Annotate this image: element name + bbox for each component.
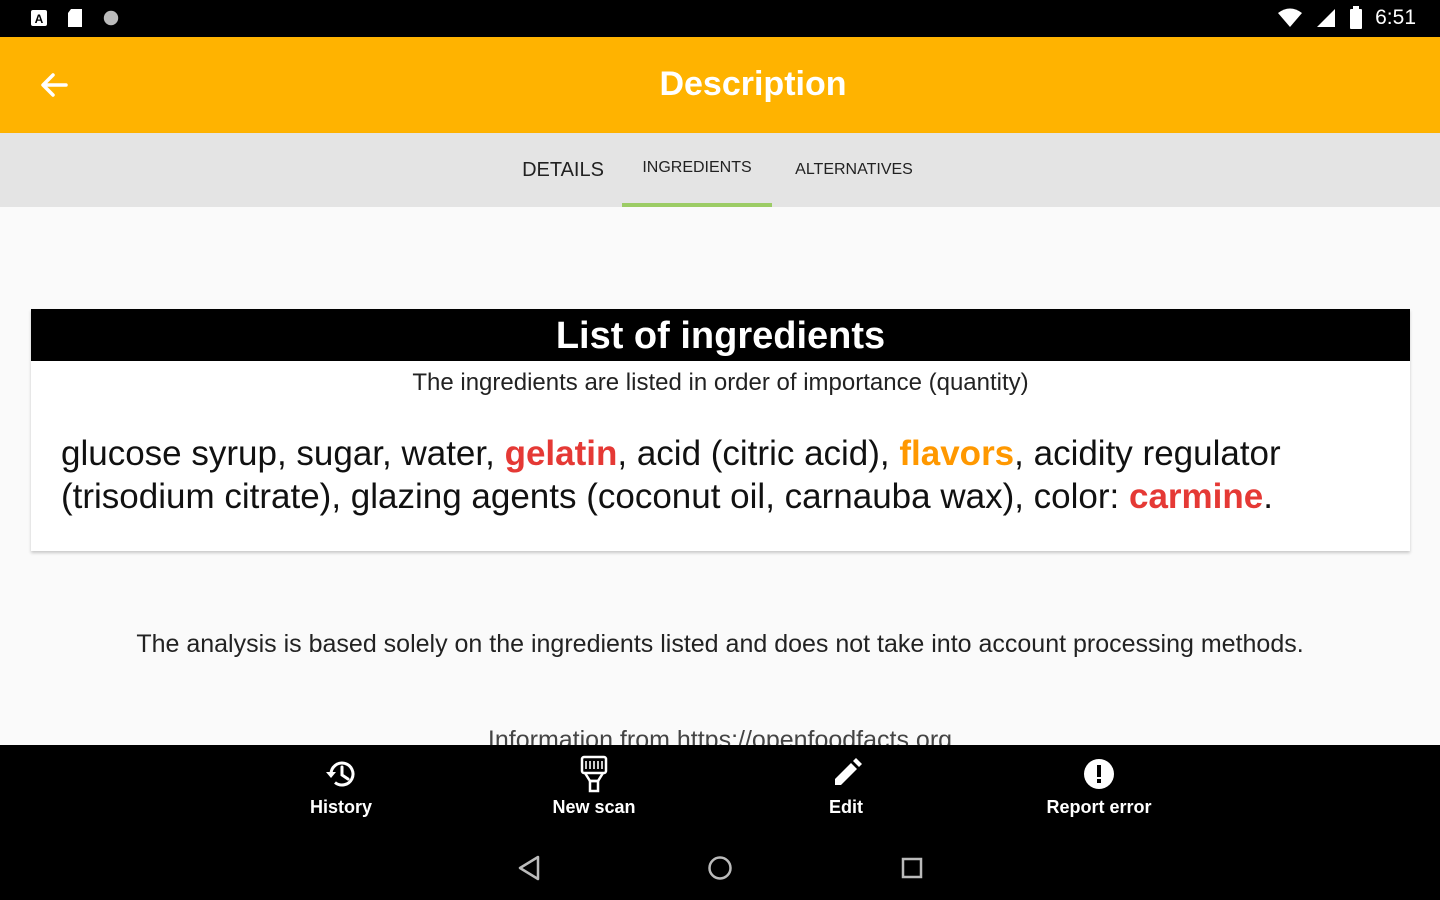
sd-card-icon bbox=[68, 9, 82, 27]
barcode-scanner-icon bbox=[580, 755, 608, 793]
report-error-label: Report error bbox=[1046, 797, 1152, 817]
report-error-button[interactable]: Report error bbox=[999, 755, 1199, 818]
ingredient-segment: , acid (citric acid), bbox=[617, 434, 900, 473]
ingredient-segment: glucose syrup, sugar, water, bbox=[61, 434, 505, 473]
tab-ingredients[interactable]: INGREDIENTS bbox=[622, 133, 772, 207]
history-label: History bbox=[309, 797, 372, 817]
history-icon bbox=[326, 761, 355, 787]
status-bar: A 6:51 bbox=[0, 0, 1440, 37]
allergen-carmine: carmine bbox=[1128, 477, 1264, 516]
svg-text:A: A bbox=[35, 12, 44, 26]
new-scan-label: New scan bbox=[552, 797, 636, 817]
tab-details[interactable]: DETAILS bbox=[505, 133, 621, 207]
ingredients-card-subtitle: The ingredients are listed in order of i… bbox=[412, 369, 1029, 396]
bottom-nav: History New scan Edit Report error bbox=[0, 745, 1440, 835]
source-link[interactable]: Information from https://openfoodfacts.o… bbox=[0, 726, 1440, 745]
notification-a-icon: A bbox=[31, 10, 47, 26]
status-left-icons: A bbox=[30, 8, 120, 28]
ingredients-list-text: glucose syrup, sugar, water, gelatin, ac… bbox=[61, 432, 1391, 518]
history-button[interactable]: History bbox=[241, 755, 441, 818]
additive-flavors: flavors bbox=[899, 434, 1015, 473]
system-nav bbox=[0, 835, 1440, 900]
pencil-icon bbox=[835, 758, 862, 785]
edit-button[interactable]: Edit bbox=[746, 755, 946, 818]
edit-label: Edit bbox=[829, 797, 863, 817]
ingredients-card: List of ingredients The ingredients are … bbox=[31, 309, 1410, 551]
tab-bar: DETAILS INGREDIENTS ALTERNATIVES bbox=[0, 133, 1440, 207]
ingredients-card-title: List of ingredients bbox=[31, 309, 1410, 361]
analysis-note: The analysis is based solely on the ingr… bbox=[136, 630, 1304, 658]
status-time: 6:51 bbox=[1375, 6, 1416, 29]
status-right: 6:51 bbox=[1277, 6, 1416, 30]
circle-icon bbox=[103, 10, 119, 26]
battery-icon bbox=[1350, 6, 1363, 29]
recents-square-icon[interactable] bbox=[894, 850, 930, 886]
allergen-gelatin: gelatin bbox=[504, 434, 618, 473]
signal-icon bbox=[1317, 9, 1336, 27]
tab-alternatives[interactable]: ALTERNATIVES bbox=[776, 133, 932, 207]
wifi-icon bbox=[1278, 8, 1303, 27]
app-bar: Description bbox=[0, 37, 1440, 133]
alert-circle-icon bbox=[1084, 759, 1114, 789]
ingredient-segment: . bbox=[1263, 477, 1273, 516]
content-area[interactable]: List of ingredients The ingredients are … bbox=[0, 207, 1440, 745]
new-scan-button[interactable]: New scan bbox=[494, 755, 694, 818]
home-circle-icon[interactable] bbox=[702, 850, 738, 886]
page-title: Description bbox=[659, 65, 847, 103]
back-triangle-icon[interactable] bbox=[511, 850, 547, 886]
